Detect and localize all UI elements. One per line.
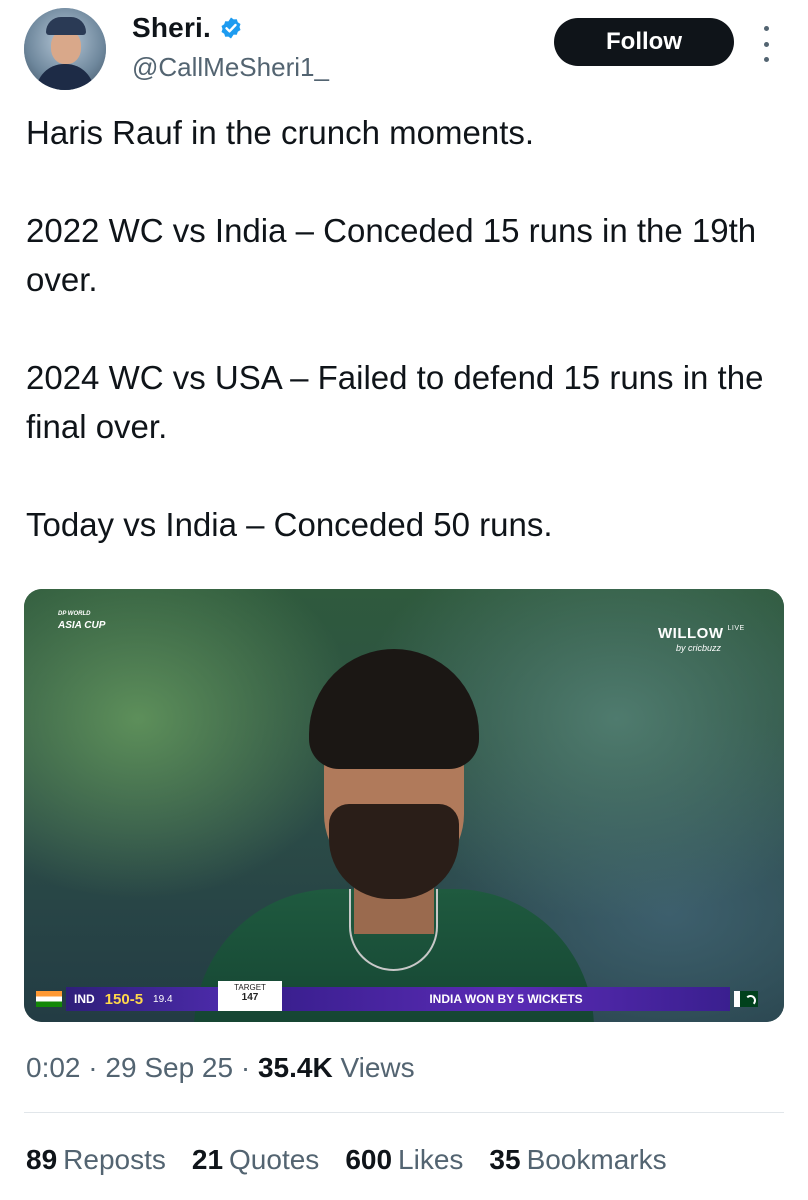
batting-score: 150-5 [104, 990, 144, 1008]
likes-label: Likes [398, 1144, 464, 1175]
tweet-media[interactable]: DP WORLD ASIA CUP WILLOW LIVE by cricbuzz… [24, 589, 784, 1022]
likes-count: 600 [345, 1144, 393, 1175]
willow-by-cricbuzz: by cricbuzz [676, 643, 722, 653]
score-box: IND 150-5 19.4 [66, 987, 218, 1011]
player-beard [329, 804, 459, 899]
bookmarks-count: 35 [489, 1144, 521, 1175]
tweet-line: 2022 WC vs India – Conceded 15 runs in t… [26, 212, 757, 298]
tweet-header: Sheri. @CallMeSheri1_ Follow [24, 8, 784, 92]
reposts-label: Reposts [63, 1144, 166, 1175]
avatar-face [51, 30, 81, 64]
scorebar: IND 150-5 19.4 TARGET 147 INDIA WON BY 5… [36, 981, 758, 1011]
reposts-stat[interactable]: 89 Reposts [26, 1144, 166, 1176]
player-hair [309, 649, 479, 769]
tweet-time[interactable]: 0:02 [26, 1052, 81, 1083]
asia-cup-logo: DP WORLD ASIA CUP [58, 609, 114, 643]
views-count: 35.4K [257, 1052, 333, 1083]
match-result: INDIA WON BY 5 WICKETS [282, 987, 730, 1011]
media-player-figure [24, 589, 784, 1022]
likes-stat[interactable]: 600 Likes [345, 1144, 463, 1176]
more-dot [763, 57, 769, 62]
overs: 19.4 [153, 993, 173, 1005]
follow-button[interactable]: Follow [554, 18, 734, 66]
target-value: 147 [241, 992, 259, 1003]
bookmarks-stat[interactable]: 35 Bookmarks [489, 1144, 666, 1176]
willow-logo-text: WILLOW [658, 625, 724, 642]
tweet-meta: 0:02 · 29 Sep 25 · 35.4K Views [26, 1052, 415, 1084]
meta-separator: · [88, 1052, 106, 1083]
willow-logo: WILLOW LIVE [658, 625, 745, 642]
tweet-line: 2024 WC vs USA – Failed to defend 15 run… [26, 359, 764, 445]
quotes-label: Quotes [229, 1144, 320, 1175]
author-avatar[interactable] [24, 8, 106, 90]
author-display-name[interactable]: Sheri. [132, 12, 211, 44]
more-options-icon[interactable] [756, 26, 776, 62]
tweet-text: Haris Rauf in the crunch moments. 2022 W… [26, 108, 786, 549]
meta-separator: · [240, 1052, 258, 1083]
avatar-cap [46, 17, 86, 35]
asia-cup-sponsor: DP WORLD [58, 611, 91, 617]
engagement-stats: 89 Reposts 21 Quotes 600 Likes 35 Bookmarks [26, 1144, 667, 1176]
author-handle[interactable]: @CallMeSheri1_ [132, 52, 329, 83]
divider [24, 1112, 784, 1113]
willow-live: LIVE [727, 625, 745, 632]
quotes-count: 21 [191, 1144, 224, 1175]
reposts-count: 89 [26, 1144, 58, 1175]
quotes-stat[interactable]: 21 Quotes [192, 1144, 319, 1176]
tweet-line: Today vs India – Conceded 50 runs. [26, 506, 553, 543]
asia-cup-title: ASIA CUP [58, 620, 106, 631]
more-dot [763, 26, 769, 31]
india-flag-icon [36, 991, 62, 1007]
target-label: TARGET [234, 983, 266, 992]
author-name-row: Sheri. [132, 12, 243, 44]
verified-badge-icon [221, 17, 241, 39]
batting-team: IND [74, 992, 95, 1006]
target-box: TARGET 147 [218, 981, 282, 1011]
tweet-line: Haris Rauf in the crunch moments. [26, 114, 535, 151]
bookmarks-label: Bookmarks [526, 1144, 667, 1175]
more-dot [763, 41, 769, 47]
tweet-date[interactable]: 29 Sep 25 [105, 1052, 233, 1083]
views-label: Views [340, 1052, 415, 1083]
pakistan-flag-icon [734, 991, 758, 1007]
